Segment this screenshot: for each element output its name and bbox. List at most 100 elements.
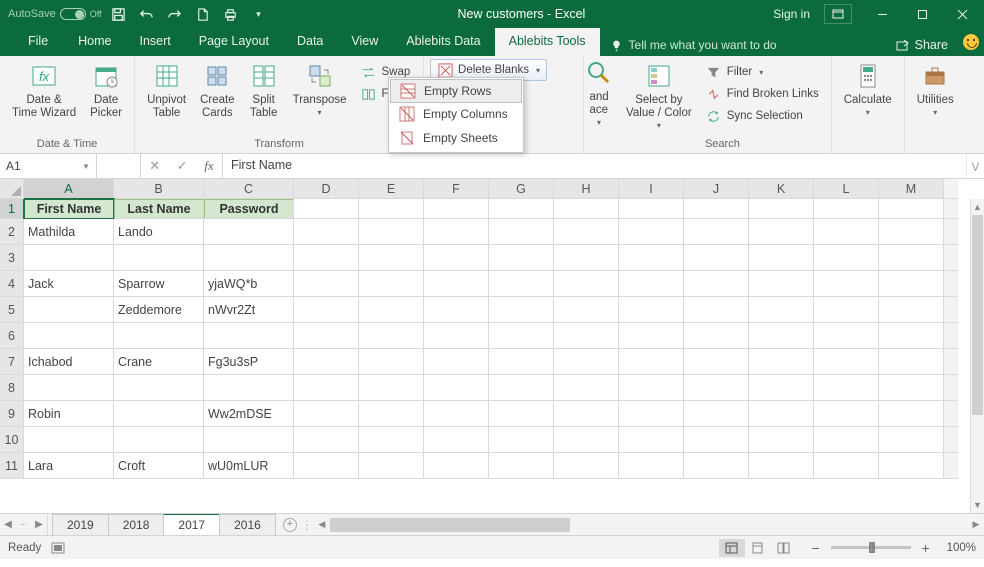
zoom-out-button[interactable]: −	[807, 540, 825, 556]
cell[interactable]	[749, 219, 814, 245]
col-header-D[interactable]: D	[294, 179, 359, 199]
cell[interactable]	[814, 245, 879, 271]
row-header-3[interactable]: 3	[0, 245, 24, 271]
header-cell[interactable]: Last Name	[114, 199, 204, 219]
utilities-button[interactable]: Utilities▾	[911, 59, 960, 135]
transpose-button[interactable]: Transpose▾	[287, 59, 353, 135]
cell[interactable]	[619, 427, 684, 453]
cell[interactable]	[489, 401, 554, 427]
cell[interactable]	[554, 323, 619, 349]
cell[interactable]	[554, 453, 619, 479]
row-header-2[interactable]: 2	[0, 219, 24, 245]
cell[interactable]	[204, 375, 294, 401]
sign-in-link[interactable]: Sign in	[773, 7, 810, 21]
cell[interactable]	[879, 375, 944, 401]
cell[interactable]	[879, 349, 944, 375]
cell[interactable]	[489, 427, 554, 453]
tab-home[interactable]: Home	[64, 28, 125, 56]
quick-print-button[interactable]	[220, 3, 242, 25]
page-break-view-button[interactable]	[771, 539, 797, 557]
save-button[interactable]	[108, 3, 130, 25]
cell[interactable]	[294, 297, 359, 323]
cell[interactable]	[619, 297, 684, 323]
new-sheet-button[interactable]: +	[276, 514, 304, 535]
maximize-button[interactable]	[904, 0, 940, 28]
sheet-nav[interactable]: ◀⋯▶	[0, 514, 48, 535]
undo-button[interactable]	[136, 3, 158, 25]
calculate-button[interactable]: Calculate▾	[838, 59, 898, 135]
cell[interactable]	[554, 271, 619, 297]
tab-ablebits-tools[interactable]: Ablebits Tools	[495, 28, 600, 56]
sync-selection-button[interactable]: Sync Selection	[700, 105, 825, 127]
cell[interactable]	[554, 375, 619, 401]
scroll-thumb[interactable]	[972, 215, 983, 415]
cell[interactable]: Ichabod	[24, 349, 114, 375]
col-header-K[interactable]: K	[749, 179, 814, 199]
cell[interactable]	[619, 401, 684, 427]
cell[interactable]	[489, 271, 554, 297]
cell[interactable]	[204, 323, 294, 349]
cell[interactable]	[204, 427, 294, 453]
cell[interactable]	[424, 323, 489, 349]
cell[interactable]	[489, 453, 554, 479]
name-box[interactable]: A1▼	[0, 154, 97, 178]
cell[interactable]	[294, 453, 359, 479]
cell[interactable]	[114, 323, 204, 349]
hscroll-thumb[interactable]	[330, 518, 570, 532]
cell[interactable]	[489, 297, 554, 323]
cell[interactable]	[684, 427, 749, 453]
cell[interactable]	[879, 401, 944, 427]
row-header-5[interactable]: 5	[0, 297, 24, 323]
col-header-B[interactable]: B	[114, 179, 204, 199]
cell[interactable]	[814, 349, 879, 375]
col-header-A[interactable]: A	[24, 179, 114, 199]
cell[interactable]	[359, 297, 424, 323]
filter-button[interactable]: Filter▾	[700, 61, 825, 83]
cell[interactable]	[684, 297, 749, 323]
cell[interactable]: Ww2mDSE	[204, 401, 294, 427]
menu-empty-sheets[interactable]: Empty Sheets	[389, 126, 523, 150]
cell[interactable]	[114, 427, 204, 453]
split-table-button[interactable]: Split Table	[243, 59, 285, 135]
cell[interactable]	[879, 245, 944, 271]
cell[interactable]: Croft	[114, 453, 204, 479]
qat-customize-button[interactable]: ▾	[248, 3, 270, 25]
cell[interactable]: Robin	[24, 401, 114, 427]
cell[interactable]	[814, 271, 879, 297]
cell[interactable]	[424, 401, 489, 427]
col-header-E[interactable]: E	[359, 179, 424, 199]
cell[interactable]	[359, 323, 424, 349]
cell[interactable]	[749, 349, 814, 375]
expand-formula-bar-button[interactable]: ⋁	[966, 154, 984, 178]
cell[interactable]	[424, 375, 489, 401]
cell[interactable]	[619, 349, 684, 375]
cell[interactable]	[489, 323, 554, 349]
row-header-10[interactable]: 10	[0, 427, 24, 453]
cell[interactable]: Sparrow	[114, 271, 204, 297]
cell[interactable]	[814, 401, 879, 427]
cell[interactable]: yjaWQ*b	[204, 271, 294, 297]
cell[interactable]	[359, 453, 424, 479]
cell[interactable]	[359, 427, 424, 453]
sheet-tab-2017[interactable]: 2017	[163, 513, 220, 535]
cell[interactable]	[359, 375, 424, 401]
tab-insert[interactable]: Insert	[126, 28, 185, 56]
col-header-L[interactable]: L	[814, 179, 879, 199]
cell[interactable]	[204, 219, 294, 245]
cell[interactable]: Zeddemore	[114, 297, 204, 323]
cell[interactable]	[24, 375, 114, 401]
cell[interactable]	[554, 245, 619, 271]
tab-data[interactable]: Data	[283, 28, 337, 56]
cell[interactable]	[684, 401, 749, 427]
cell[interactable]	[814, 297, 879, 323]
tab-page-layout[interactable]: Page Layout	[185, 28, 283, 56]
row-header-9[interactable]: 9	[0, 401, 24, 427]
cell[interactable]	[879, 219, 944, 245]
scroll-up-button[interactable]: ▲	[971, 199, 984, 215]
cell[interactable]	[619, 219, 684, 245]
cell[interactable]	[684, 453, 749, 479]
scroll-right-button[interactable]: ▶	[968, 519, 984, 530]
cell[interactable]	[24, 297, 114, 323]
cell[interactable]	[294, 375, 359, 401]
minimize-button[interactable]	[864, 0, 900, 28]
